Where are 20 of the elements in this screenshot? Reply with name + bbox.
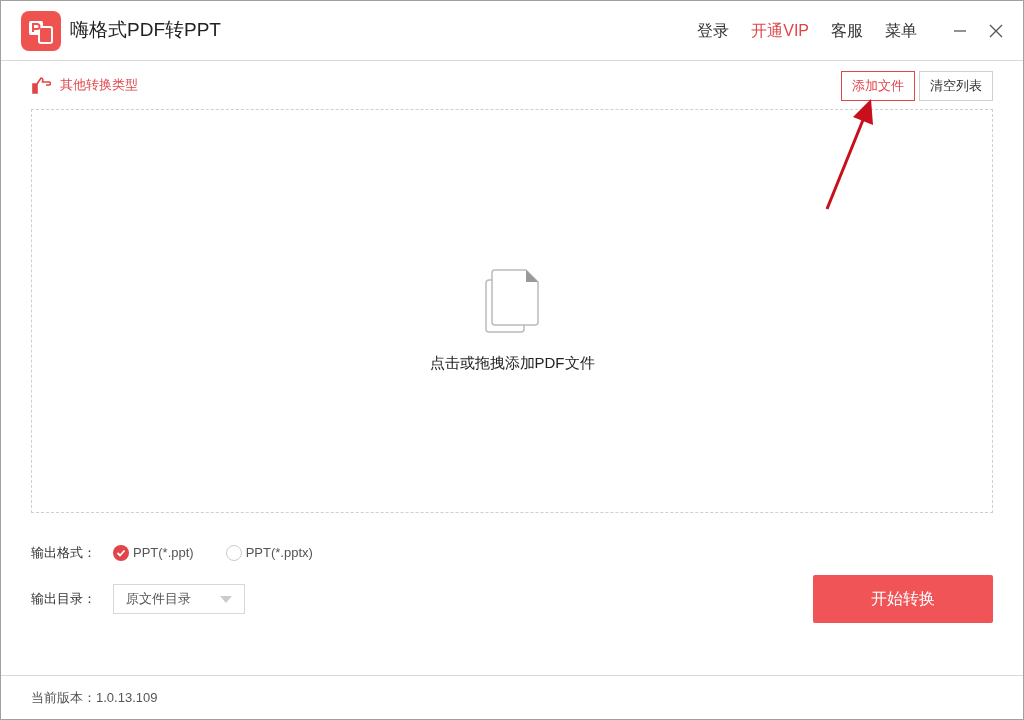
other-types-link[interactable]: 其他转换类型 bbox=[60, 75, 138, 95]
output-format-label: 输出格式： bbox=[31, 544, 97, 563]
nav-link[interactable]: 登录 bbox=[697, 18, 730, 43]
toolbar-button[interactable]: 添加文件 bbox=[841, 71, 915, 101]
toolbar-button[interactable]: 清空列表 bbox=[919, 71, 993, 101]
nav-link[interactable]: 客服 bbox=[831, 18, 863, 43]
output-dir-dropdown[interactable]: 原文件目录 bbox=[113, 584, 245, 614]
drop-hint: 点击或拖拽添加PDF文件 bbox=[429, 352, 595, 373]
drop-zone[interactable]: 点击或拖拽添加PDF文件 bbox=[31, 109, 993, 513]
format-radio[interactable]: PPT(*.ppt) bbox=[113, 543, 194, 563]
caret-icon bbox=[220, 595, 232, 603]
documents-icon bbox=[484, 267, 540, 334]
close-icon[interactable] bbox=[989, 23, 1003, 38]
window-title: 嗨格式PDF转PPT bbox=[70, 18, 221, 43]
nav-link[interactable]: 菜单 bbox=[885, 18, 917, 43]
format-radio[interactable]: PPT(*.pptx) bbox=[225, 543, 313, 563]
version-text: 当前版本：1.0.13.109 bbox=[31, 688, 158, 707]
nav-link[interactable]: 开通VIP bbox=[751, 18, 809, 43]
app-logo-icon bbox=[21, 10, 61, 51]
output-dir-label: 输出目录： bbox=[31, 590, 97, 609]
